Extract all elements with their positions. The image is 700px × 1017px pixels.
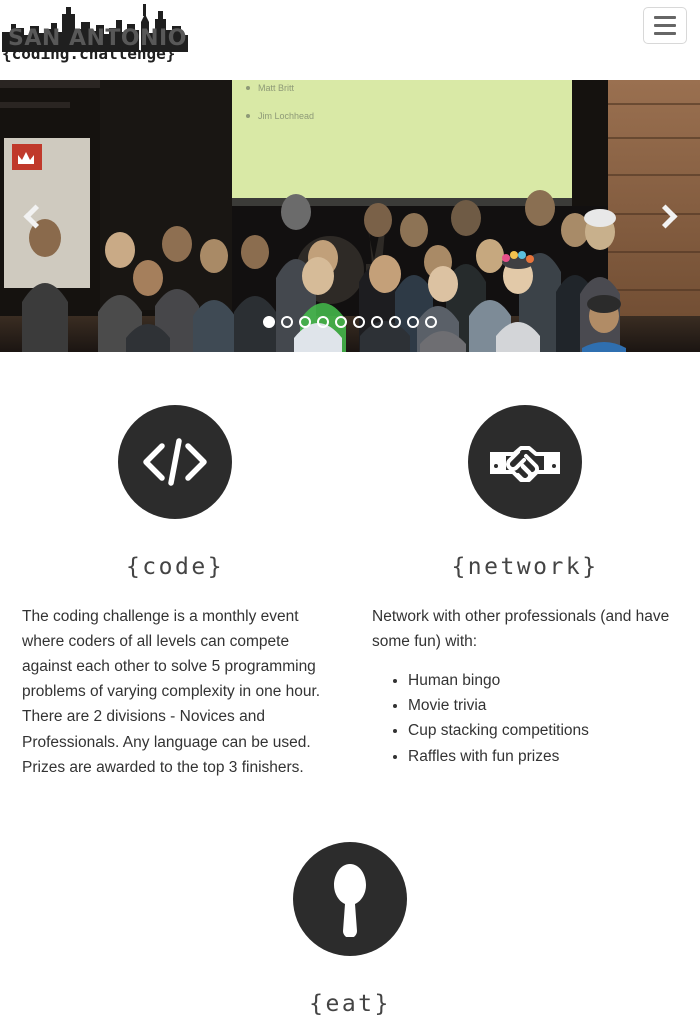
- code-icon: [118, 405, 232, 519]
- carousel-indicator[interactable]: [353, 316, 365, 328]
- feature-network: {network} Network with other professiona…: [350, 405, 700, 780]
- carousel-indicator[interactable]: [407, 316, 419, 328]
- feature-list-network: Human bingo Movie trivia Cup stacking co…: [372, 668, 678, 768]
- carousel-indicator[interactable]: [335, 316, 347, 328]
- features-row-2: {eat}: [0, 841, 700, 1017]
- handshake-icon: [468, 405, 582, 519]
- hamburger-bar-2: [654, 24, 676, 27]
- carousel-indicator[interactable]: [425, 316, 437, 328]
- carousel-indicators[interactable]: [0, 313, 700, 331]
- feature-title-eat: {eat}: [309, 990, 391, 1017]
- features-row-1: {code} The coding challenge is a monthly…: [0, 405, 700, 780]
- list-item: Raffles with fun prizes: [408, 744, 678, 769]
- hamburger-bar-1: [654, 16, 676, 19]
- feature-title-code: {code}: [125, 554, 225, 580]
- list-item: Cup stacking competitions: [408, 718, 678, 743]
- svg-text:Matt Britt: Matt Britt: [258, 83, 295, 93]
- feature-eat: {eat}: [0, 841, 700, 1017]
- carousel-indicator[interactable]: [281, 316, 293, 328]
- svg-text:Jim Lochhead: Jim Lochhead: [258, 111, 314, 121]
- site-logo[interactable]: SAN ANTONIO {coding.challenge}: [0, 2, 200, 66]
- spoon-icon: [293, 841, 407, 956]
- chevron-right-icon: [652, 203, 678, 229]
- chevron-left-icon: [22, 203, 48, 229]
- brand-subtitle-text: {coding.challenge}: [2, 44, 176, 63]
- hamburger-bar-3: [654, 32, 676, 35]
- carousel-indicator[interactable]: [371, 316, 383, 328]
- list-item: Human bingo: [408, 668, 678, 693]
- feature-title-network: {network}: [451, 554, 599, 580]
- carousel-slide-image: Matt Britt Jim Lochhead: [0, 80, 700, 352]
- carousel-indicator[interactable]: [263, 316, 275, 328]
- carousel-indicator[interactable]: [389, 316, 401, 328]
- feature-body-network: Network with other professionals (and ha…: [372, 608, 670, 651]
- hamburger-menu-button[interactable]: [643, 7, 687, 44]
- carousel-indicator[interactable]: [317, 316, 329, 328]
- list-item: Movie trivia: [408, 693, 678, 718]
- site-header: SAN ANTONIO {coding.challenge}: [0, 0, 700, 80]
- feature-body-code: The coding challenge is a monthly event …: [22, 608, 321, 776]
- hero-carousel[interactable]: Matt Britt Jim Lochhead: [0, 80, 700, 352]
- features-section: {code} The coding challenge is a monthly…: [0, 352, 700, 1017]
- carousel-indicator[interactable]: [299, 316, 311, 328]
- feature-code: {code} The coding challenge is a monthly…: [0, 405, 350, 780]
- carousel-prev-button[interactable]: [0, 80, 70, 352]
- carousel-next-button[interactable]: [630, 80, 700, 352]
